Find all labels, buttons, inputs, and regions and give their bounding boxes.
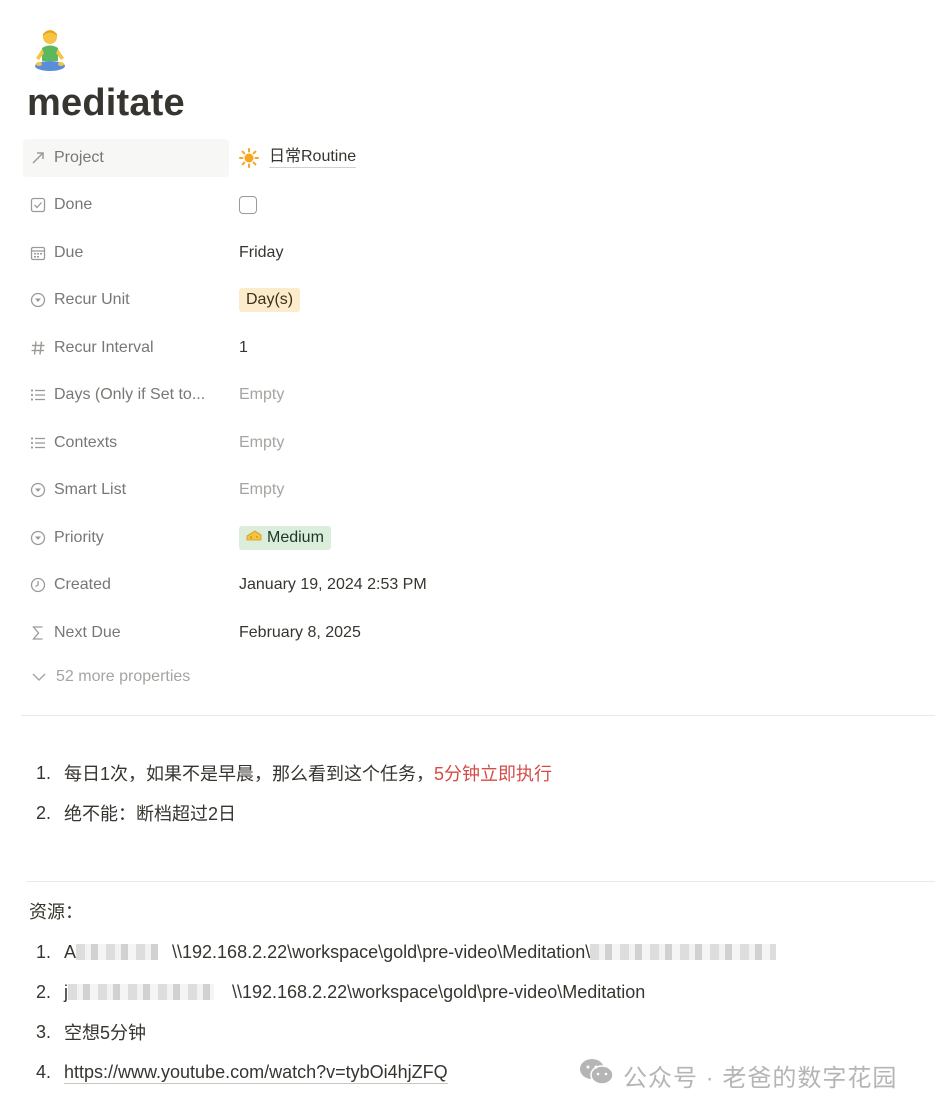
list-number: 4. (36, 1061, 52, 1082)
property-label: Recur Interval (54, 338, 154, 356)
list-icon (29, 434, 47, 452)
property-label: Project (54, 148, 104, 166)
property-done[interactable]: Done (23, 182, 923, 230)
redacted-text (76, 944, 159, 960)
network-path[interactable]: \\192.168.2.22\workspace\gold\pre-video\… (232, 982, 645, 1003)
redacted-text (590, 944, 777, 960)
property-label: Next Due (54, 623, 121, 641)
property-label: Recur Unit (54, 291, 130, 309)
property-days[interactable]: Days (Only if Set to... Empty (23, 372, 923, 420)
hash-icon (29, 339, 47, 357)
property-label: Priority (54, 528, 104, 546)
property-name-recur-unit[interactable]: Recur Unit (23, 281, 229, 319)
list-item[interactable]: 2. 绝不能：断档超过2日 (36, 793, 552, 833)
more-properties-label: 52 more properties (56, 668, 191, 685)
recur-unit-tag[interactable]: Day(s) (239, 288, 301, 313)
property-name-recur-interval[interactable]: Recur Interval (23, 329, 229, 367)
property-priority[interactable]: Priority Medium (23, 514, 923, 562)
property-label: Done (54, 196, 93, 214)
property-recur-unit[interactable]: Recur Unit Day(s) (23, 277, 923, 325)
blurred-prefix: A (64, 941, 77, 962)
list-icon (29, 386, 47, 404)
property-recur-interval[interactable]: Recur Interval 1 (23, 324, 923, 372)
property-name-done[interactable]: Done (23, 186, 229, 224)
property-due[interactable]: Due Friday (23, 229, 923, 277)
property-label: Smart List (54, 481, 127, 499)
list-item[interactable]: 3. 空想5分钟 (36, 1012, 776, 1052)
property-label: Due (54, 243, 84, 261)
youtube-link[interactable]: https://www.youtube.com/watch?v=tybOi4hj… (64, 1061, 448, 1084)
days-value[interactable]: Empty (239, 386, 284, 404)
content-divider (26, 881, 935, 882)
property-name-next-due[interactable]: Next Due (23, 614, 229, 652)
meditation-person-icon[interactable] (31, 28, 69, 76)
project-relation-value[interactable]: 日常Routine (239, 147, 357, 169)
list-number: 3. (36, 1021, 52, 1042)
calendar-icon (29, 244, 47, 262)
properties-panel: Project 日常Routine Done Due Friday Recur … (23, 134, 923, 657)
property-label: Created (54, 576, 111, 594)
cheese-icon (246, 528, 262, 548)
select-icon (29, 291, 47, 309)
next-due-value[interactable]: February 8, 2025 (239, 624, 361, 642)
smart-list-value[interactable]: Empty (239, 481, 284, 499)
list-text: 每日1次，如果不是早晨，那么看到这个任务， (64, 764, 435, 784)
redacted-text (68, 984, 214, 1000)
checkbox-prop-icon (29, 196, 47, 214)
list-number: 1. (36, 762, 52, 783)
wechat-icon (579, 1058, 615, 1093)
property-smart-list[interactable]: Smart List Empty (23, 467, 923, 515)
list-number: 1. (36, 941, 52, 962)
list-item[interactable]: 1. 每日1次，如果不是早晨，那么看到这个任务， 5分钟立即执行 (36, 753, 552, 793)
done-value[interactable] (239, 196, 257, 215)
property-name-priority[interactable]: Priority (23, 519, 229, 557)
priority-tag[interactable]: Medium (239, 525, 331, 550)
network-path[interactable]: \\192.168.2.22\workspace\gold\pre-video\… (172, 942, 590, 963)
resources-heading[interactable]: 资源： (29, 898, 83, 926)
select-icon (29, 529, 47, 547)
property-label: Contexts (54, 433, 118, 451)
property-name-days[interactable]: Days (Only if Set to... (23, 376, 229, 414)
recur-interval-value[interactable]: 1 (239, 339, 248, 357)
recur-unit-value[interactable]: Day(s) (239, 288, 301, 313)
project-link[interactable]: 日常Routine (269, 147, 357, 169)
watermark: 公众号 · 老爸的数字花园 (579, 1058, 897, 1093)
more-properties-toggle[interactable]: 52 more properties (31, 668, 190, 686)
sun-icon (239, 147, 259, 168)
select-icon (29, 481, 47, 499)
relation-arrow-icon (29, 149, 47, 167)
property-project[interactable]: Project 日常Routine (23, 134, 923, 182)
page-title[interactable]: meditate (27, 76, 185, 130)
contexts-value[interactable]: Empty (239, 434, 284, 452)
list-item[interactable]: 1. A \\192.168.2.22\workspace\gold\pre-v… (36, 932, 777, 972)
property-contexts[interactable]: Contexts Empty (23, 419, 923, 467)
property-created[interactable]: Created January 19, 2024 2:53 PM (23, 562, 923, 610)
created-value[interactable]: January 19, 2024 2:53 PM (239, 576, 427, 594)
property-label: Days (Only if Set to... (54, 386, 206, 404)
highlight-text: 5分钟立即执行 (434, 764, 553, 784)
sigma-icon (29, 624, 47, 642)
watermark-text: 公众号 · 老爸的数字花园 (623, 1065, 898, 1092)
priority-value[interactable]: Medium (239, 525, 331, 550)
property-name-contexts[interactable]: Contexts (23, 424, 229, 462)
list-number: 2. (36, 981, 52, 1002)
property-next-due[interactable]: Next Due February 8, 2025 (23, 609, 923, 657)
property-name-due[interactable]: Due (23, 234, 229, 272)
list-text: 空想5分钟 (64, 1023, 147, 1043)
chevron-down-icon (31, 669, 47, 685)
list-item[interactable]: 2. j \\192.168.2.22\workspace\gold\pre-v… (36, 972, 776, 1012)
property-name-project[interactable]: Project (23, 138, 229, 177)
property-name-smart-list[interactable]: Smart List (23, 471, 229, 509)
list-text: 绝不能：断档超过2日 (64, 804, 237, 824)
rules-list: 1. 每日1次，如果不是早晨，那么看到这个任务， 5分钟立即执行 2. 绝不能：断… (36, 753, 552, 833)
priority-tag-label: Medium (267, 528, 324, 546)
property-name-created[interactable]: Created (23, 566, 229, 604)
done-checkbox[interactable] (239, 196, 257, 215)
list-number: 2. (36, 802, 52, 823)
due-value[interactable]: Friday (239, 244, 283, 262)
properties-divider (21, 715, 935, 716)
clock-icon (29, 576, 47, 594)
